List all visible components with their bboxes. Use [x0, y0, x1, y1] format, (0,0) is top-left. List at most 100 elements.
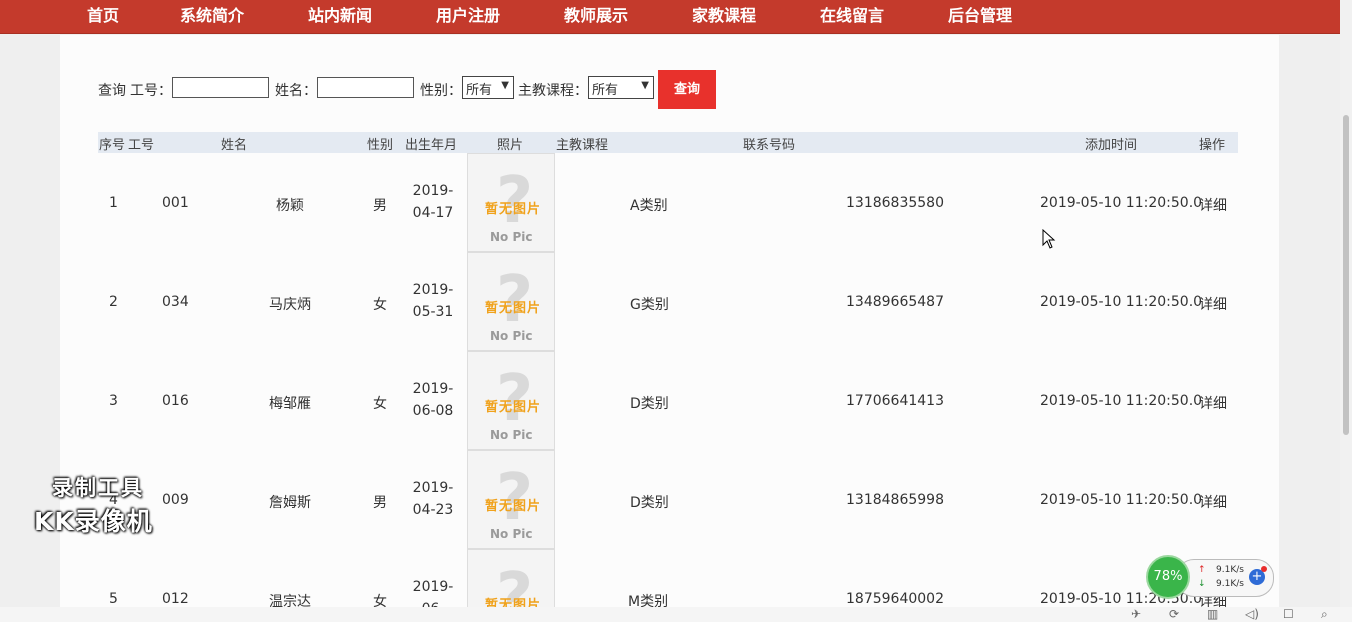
- th-no: 序号: [99, 138, 126, 153]
- cell-id: 012: [162, 591, 189, 607]
- cell-course: G类别: [630, 297, 669, 313]
- table-row: 3 016 梅邹雁 女 2019-06-08 ? 暂无图片 No Pic D类别…: [98, 351, 1238, 450]
- th-name: 姓名: [221, 138, 248, 153]
- cell-id: 034: [162, 294, 189, 310]
- scrollbar-thumb[interactable]: [1343, 115, 1349, 435]
- nav-teachers[interactable]: 教师展示: [564, 0, 628, 33]
- th-added: 添加时间: [1085, 138, 1138, 153]
- no-pic-en: No Pic: [490, 527, 533, 541]
- vertical-scrollbar[interactable]: [1340, 0, 1352, 610]
- nav-register[interactable]: 用户注册: [436, 0, 500, 33]
- no-pic-en: No Pic: [490, 428, 533, 442]
- th-id: 工号: [128, 138, 155, 153]
- watermark-line1: 录制工具: [52, 476, 144, 500]
- cell-added: 2019-05-10 11:20:50.0: [1040, 195, 1203, 211]
- cell-phone: 18759640002: [846, 591, 944, 607]
- detail-link[interactable]: 详细: [1199, 294, 1227, 314]
- chevron-down-icon: ▼: [501, 80, 509, 91]
- cell-id: 009: [162, 492, 189, 508]
- cell-added: 2019-05-10 11:20:50.0: [1040, 294, 1203, 310]
- no-pic-zh: 暂无图片: [485, 301, 542, 316]
- cell-id: 016: [162, 393, 189, 409]
- course-select[interactable]: 所有 ▼: [588, 76, 654, 99]
- cell-id: 001: [162, 195, 189, 211]
- cell-gender: 女: [373, 297, 387, 313]
- detail-link[interactable]: 详细: [1199, 393, 1227, 413]
- download-speed: 9.1K/s: [1216, 579, 1244, 589]
- cell-name: 詹姆斯: [269, 495, 311, 511]
- refresh-icon[interactable]: ⟳: [1169, 607, 1179, 621]
- cell-name: 杨颖: [276, 198, 304, 214]
- search-prefix: 查询: [98, 83, 126, 99]
- label-course: 主教课程：: [518, 83, 588, 99]
- cell-no: 1: [109, 195, 118, 211]
- cell-course: D类别: [630, 495, 669, 511]
- name-input[interactable]: [317, 77, 414, 98]
- cell-added: 2019-05-10 11:20:50.0: [1040, 393, 1203, 409]
- table-row: 2 034 马庆炳 女 2019-05-31 ? 暂无图片 No Pic G类别…: [98, 252, 1238, 351]
- cell-gender: 男: [373, 495, 387, 511]
- no-pic-en: No Pic: [490, 329, 533, 343]
- cell-phone: 17706641413: [846, 393, 944, 409]
- cursor-icon: [1042, 229, 1056, 249]
- photo-placeholder: ? 暂无图片 No Pic: [467, 351, 555, 450]
- cell-dob: 2019-06-08: [412, 381, 454, 419]
- network-speed-widget[interactable]: ↑ 9.1K/s ↓ 9.1K/s + 78%: [1146, 555, 1274, 599]
- th-action: 操作: [1199, 138, 1226, 153]
- table-row: 5 012 温宗达 女 2019-06- ? 暂无图片 No Pic M类别 1…: [98, 549, 1238, 607]
- upload-arrow-icon: ↑: [1198, 565, 1206, 575]
- volume-icon[interactable]: ◁): [1245, 607, 1259, 621]
- no-pic-zh: 暂无图片: [485, 598, 542, 607]
- detail-link[interactable]: 详细: [1199, 492, 1227, 512]
- nav-home[interactable]: 首页: [87, 0, 119, 33]
- rocket-icon[interactable]: ✈: [1131, 607, 1141, 621]
- nav-intro[interactable]: 系统简介: [180, 0, 244, 33]
- no-pic-zh: 暂无图片: [485, 400, 542, 415]
- top-nav: 首页 系统简介 站内新闻 用户注册 教师展示 家教课程 在线留言 后台管理: [0, 0, 1340, 34]
- nav-messages[interactable]: 在线留言: [820, 0, 884, 33]
- cell-gender: 男: [373, 198, 387, 214]
- table-row: 4 009 詹姆斯 男 2019-04-23 ? 暂无图片 No Pic D类别…: [98, 450, 1238, 549]
- cell-dob: 2019-04-17: [412, 183, 454, 221]
- search-icon[interactable]: ⌕: [1321, 607, 1328, 622]
- label-teacher-id: 工号：: [130, 83, 172, 99]
- label-name: 姓名：: [275, 83, 317, 99]
- th-photo: 照片: [497, 138, 524, 153]
- nav-courses[interactable]: 家教课程: [692, 0, 756, 33]
- cell-course: D类别: [630, 396, 669, 412]
- bottom-toolbar: ✈ ⟳ ▥ ◁) ☐ ⌕: [0, 607, 1352, 622]
- trash-icon[interactable]: ▥: [1207, 607, 1218, 621]
- th-gender: 性别: [367, 138, 394, 153]
- cell-name: 温宗达: [269, 594, 311, 607]
- no-pic-en: No Pic: [490, 230, 533, 244]
- cell-dob: 2019-06-: [412, 579, 454, 607]
- photo-placeholder: ? 暂无图片 No Pic: [467, 549, 555, 607]
- nav-news[interactable]: 站内新闻: [308, 0, 372, 33]
- cell-gender: 女: [373, 594, 387, 607]
- watermark-line2: KK录像机: [34, 507, 153, 536]
- detail-link[interactable]: 详细: [1199, 195, 1227, 215]
- photo-placeholder: ? 暂无图片 No Pic: [467, 153, 555, 252]
- cell-dob: 2019-05-31: [412, 282, 454, 320]
- cell-no: 5: [109, 591, 118, 607]
- gender-select[interactable]: 所有 ▼: [462, 76, 514, 99]
- course-select-value: 所有: [592, 83, 619, 98]
- th-phone: 联系号码: [743, 138, 796, 153]
- th-dob: 出生年月: [405, 138, 458, 153]
- notification-dot: [1261, 566, 1267, 572]
- label-gender: 性别：: [420, 83, 462, 99]
- search-button[interactable]: 查询: [658, 70, 716, 109]
- no-pic-zh: 暂无图片: [485, 499, 542, 514]
- cell-no: 3: [109, 393, 118, 409]
- teacher-id-input[interactable]: [172, 77, 269, 98]
- gender-select-value: 所有: [466, 83, 493, 98]
- upload-speed: 9.1K/s: [1216, 565, 1244, 575]
- cell-name: 马庆炳: [269, 297, 311, 313]
- cell-phone: 13186835580: [846, 195, 944, 211]
- window-icon[interactable]: ☐: [1283, 607, 1294, 621]
- cell-phone: 13184865998: [846, 492, 944, 508]
- memory-usage[interactable]: 78%: [1146, 555, 1190, 599]
- chevron-down-icon: ▼: [641, 80, 649, 91]
- recorder-watermark: 录制工具 KK录像机: [34, 472, 153, 538]
- nav-admin[interactable]: 后台管理: [948, 0, 1012, 33]
